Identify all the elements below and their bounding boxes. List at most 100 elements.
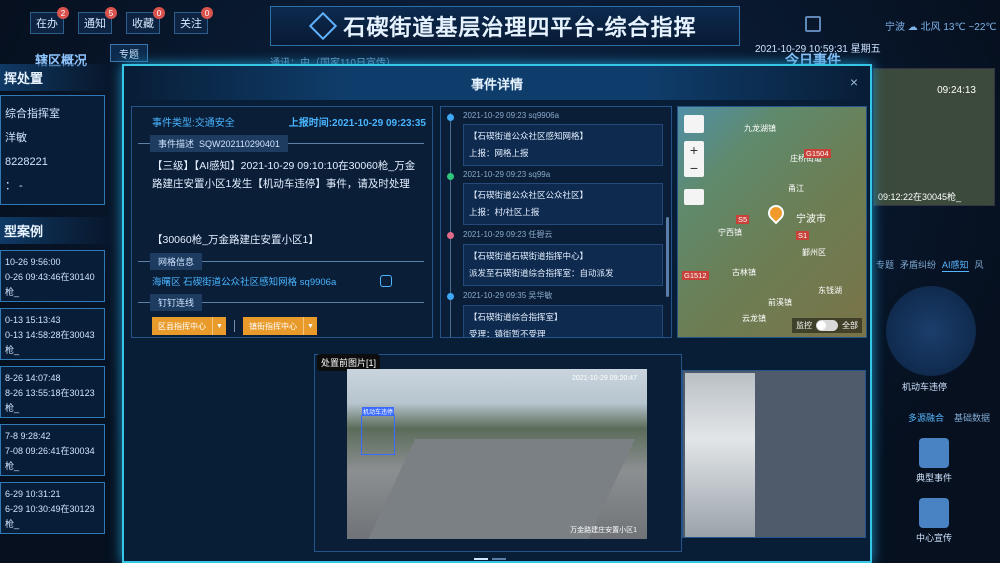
timeline-item: 2021-10-29 09:23 sq99a 【石碶街道公众社区公众社区】 上报：… xyxy=(441,170,671,225)
carousel-dots[interactable] xyxy=(474,558,506,560)
right-tabs: 专题 矛盾纠纷 AI感知 风 xyxy=(876,258,1000,272)
timeline-dot xyxy=(447,232,454,239)
close-icon[interactable]: × xyxy=(850,74,858,90)
tab-multi-source[interactable]: 多源融合 xyxy=(908,411,944,424)
grid-label: 网格信息 xyxy=(150,253,203,270)
in-progress-button[interactable]: 在办 2 xyxy=(30,7,69,34)
report-time: 上报时间:2021-10-29 09:23:35 xyxy=(288,118,426,129)
photo-watermark: 万金路建庄安置小区1 xyxy=(570,527,637,534)
timeline-item: 2021-10-29 09:23 任碧云 【石碶街道石碶街道指挥中心】 派发至石碶… xyxy=(441,229,671,286)
case-section-title: 型案例 xyxy=(0,217,115,244)
map-place: 宁西镇 xyxy=(718,228,742,237)
location-pin-icon[interactable] xyxy=(764,201,788,225)
map-place: 云龙镇 xyxy=(742,314,766,323)
event-info-card: 事件类型:交通安全 上报时间:2021-10-29 09:23:35 事件描述 … xyxy=(131,106,433,338)
command-info-card: 综合指挥室 洋敏 8228221 ： - xyxy=(0,95,105,205)
right-panel: 09:24:13 09:12:22在30045枪_ 专题 矛盾纠纷 AI感知 风… xyxy=(868,68,1000,563)
calendar-icon[interactable] xyxy=(805,16,821,32)
badge: 0 xyxy=(201,7,213,19)
typical-events-button[interactable]: 典型事件 xyxy=(912,438,956,484)
timeline-item: 2021-10-29 09:23 sq9906a 【石碶街道公众社区感知网格】上… xyxy=(441,111,671,166)
ding-label-row: 钉钉连线 xyxy=(138,294,432,311)
top-button-group: 在办 2 通知 5 收藏 0 关注 0 xyxy=(30,7,213,34)
desc-label-row: 事件描述 SQW202110290401 xyxy=(138,135,432,152)
case-item[interactable]: 6-29 10:31:21 6-29 10:30:49在30123枪_ xyxy=(0,482,105,534)
photo-area: 处置前图片[1] 机动车违停 2021-10-29 09:20:47 万金路建庄… xyxy=(314,354,682,552)
timeline-dot xyxy=(447,293,454,300)
badge: 2 xyxy=(57,7,69,19)
favorite-button[interactable]: 收藏 0 xyxy=(126,7,165,34)
grid-value: 海曙区 石碶街道公众社区感知网格 sq9906a xyxy=(152,277,337,288)
weather-info: 宁波 ☁ 北风 13℃ ~22℃ xyxy=(885,22,997,33)
full-label[interactable]: 全部 xyxy=(842,320,858,331)
logo-icon xyxy=(309,11,338,41)
stat-circle xyxy=(886,286,976,376)
notice-button[interactable]: 通知 5 xyxy=(78,7,117,34)
detection-label: 机动车违停 xyxy=(362,407,395,416)
fullscreen-icon[interactable] xyxy=(684,115,704,133)
chevron-down-icon: ▼ xyxy=(212,317,226,335)
town-command-button[interactable]: 镇街指挥中心 ▼ xyxy=(243,317,317,335)
case-item[interactable]: 7-8 9:28:42 7-08 09:26:41在30034枪_ xyxy=(0,424,105,476)
right-tabs-2: 多源融合 基础数据 xyxy=(908,411,1000,424)
map-place: 前溪镇 xyxy=(768,298,792,307)
before-photo[interactable]: 机动车违停 2021-10-29 09:20:47 万金路建庄安置小区1 xyxy=(347,369,647,539)
tab-ai-sensing[interactable]: AI感知 xyxy=(942,258,969,272)
detection-box: 机动车违停 xyxy=(361,407,395,455)
badge: 5 xyxy=(105,7,117,19)
special-topic-button[interactable]: 专题 xyxy=(110,44,148,62)
event-timeline: 2021-10-29 09:23 sq9906a 【石碶街道公众社区感知网格】上… xyxy=(440,106,672,338)
center-publicity-button[interactable]: 中心宣传 xyxy=(912,498,956,544)
timeline-scrollbar[interactable] xyxy=(666,217,669,297)
event-number: SQW202110290401 xyxy=(199,139,280,149)
camera-time: 09:24:13 xyxy=(937,85,976,96)
follow-button[interactable]: 关注 0 xyxy=(174,7,213,34)
timeline-dot xyxy=(447,173,454,180)
command-section-title: 挥处置 xyxy=(0,64,115,91)
tab-basic-data[interactable]: 基础数据 xyxy=(954,411,990,424)
event-description: 【三级】【AI感知】2021-10-29 09:10:10在30060枪_万金路… xyxy=(152,160,416,190)
camera-caption: 09:12:22在30045枪_ xyxy=(878,192,962,202)
command-line: 洋敏 xyxy=(5,132,27,144)
chevron-down-icon: ▼ xyxy=(303,317,317,335)
phone-icon[interactable] xyxy=(380,275,392,287)
zoom-out-icon[interactable]: − xyxy=(684,159,704,177)
highway-label: S5 xyxy=(736,215,750,224)
event-location: 【30060枪_万金路建庄安置小区1】 xyxy=(152,234,319,246)
case-item[interactable]: 0-13 15:13:43 0-13 14:58:28在30043枪_ xyxy=(0,308,105,360)
tab-more[interactable]: 风 xyxy=(975,258,984,272)
map-place: 古林镇 xyxy=(732,268,756,277)
timeline-dot xyxy=(447,114,454,121)
map-place: 宁波市 xyxy=(796,214,826,225)
monitor-label: 监控 xyxy=(796,321,812,330)
tab-dispute[interactable]: 矛盾纠纷 xyxy=(900,258,936,272)
map-place: 甬江 xyxy=(788,184,804,193)
event-detail-modal: 事件详情 × 事件类型:交通安全 上报时间:2021-10-29 09:23:3… xyxy=(122,64,872,563)
camera-preview[interactable]: 09:24:13 09:12:22在30045枪_ xyxy=(873,68,995,206)
case-item[interactable]: 10-26 9:56:00 0-26 09:43:46在30140枪_ xyxy=(0,250,105,302)
highway-label: G1504 xyxy=(804,149,831,158)
title-bar: 石碶街道基层治理四平台-综合指挥 xyxy=(270,6,740,46)
ruler-icon[interactable] xyxy=(684,189,704,205)
photo-timestamp: 2021-10-29 09:20:47 xyxy=(572,375,637,382)
highway-label: S1 xyxy=(796,231,810,240)
clipboard-icon xyxy=(919,438,949,468)
left-panel: 挥处置 综合指挥室 洋敏 8228221 ： - 型案例 10-26 9:56:… xyxy=(0,64,115,563)
badge: 0 xyxy=(153,7,165,19)
grid-icon xyxy=(919,498,949,528)
divider xyxy=(234,320,235,332)
zoom-in-icon[interactable]: + xyxy=(684,141,704,159)
photo-thumbnail[interactable] xyxy=(682,370,866,538)
timeline-item: 2021-10-29 09:35 吴华敏 【石碶街道综合指挥室】 受理：镇街暂不受… xyxy=(441,290,671,337)
page-title: 石碶街道基层治理四平台-综合指挥 xyxy=(343,15,697,40)
monitor-toggle[interactable] xyxy=(816,320,838,331)
case-item[interactable]: 8-26 14:07:48 8-26 13:55:18在30123枪_ xyxy=(0,366,105,418)
county-command-button[interactable]: 区县指挥中心 ▼ xyxy=(152,317,226,335)
map-place: 东钱湖 xyxy=(818,286,842,295)
zoom-control[interactable]: + − xyxy=(684,141,704,177)
car-image xyxy=(685,373,755,537)
tab-topic[interactable]: 专题 xyxy=(876,258,894,272)
stat-circle-label: 机动车违停 xyxy=(902,382,948,392)
event-type: 事件类型:交通安全 xyxy=(152,118,235,129)
event-map[interactable]: + − 九龙湖镇 庄桥街道 宁波市 鄞州区 东钱湖 宁西镇 古林镇 前溪镇 甬江 … xyxy=(677,106,867,338)
